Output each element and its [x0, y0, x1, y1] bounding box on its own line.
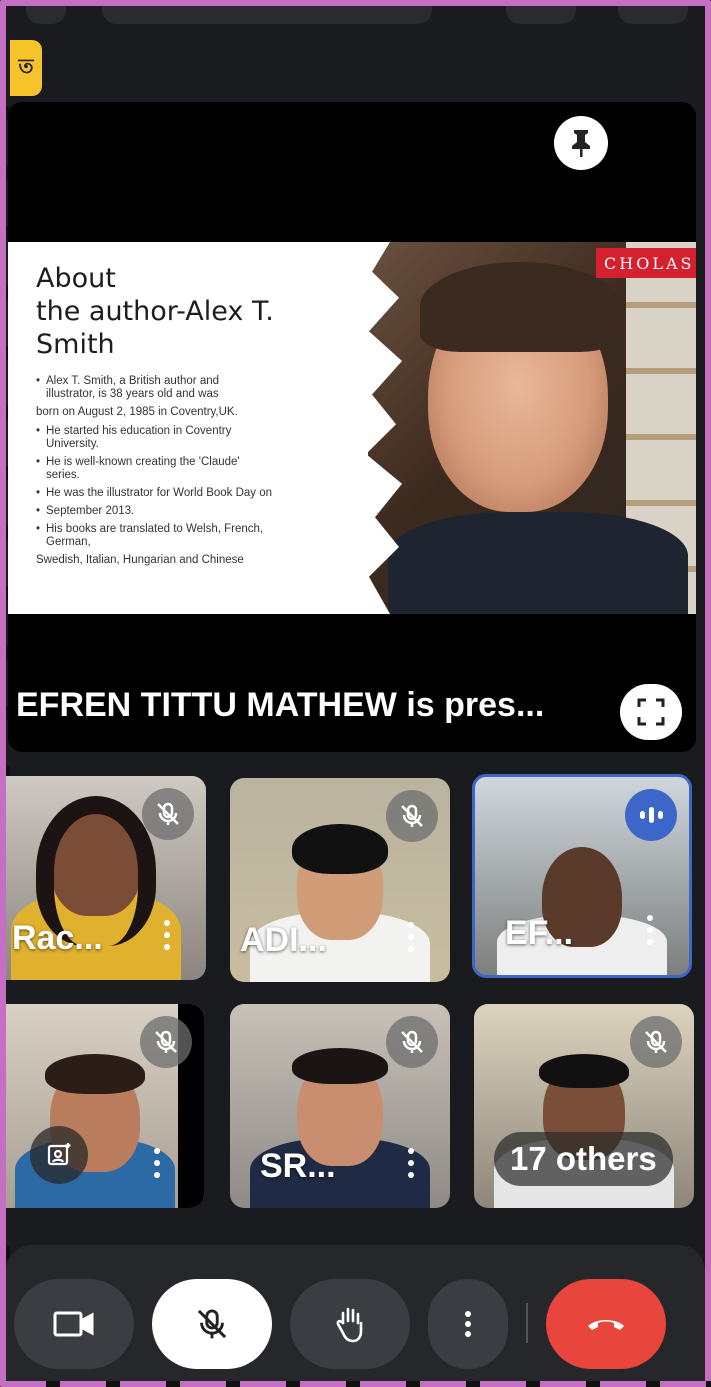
mic-off-icon: [645, 1030, 667, 1053]
participant-name: EF...: [505, 914, 574, 952]
author-shirt: [388, 512, 688, 614]
mic-off-badge: [386, 790, 438, 842]
hand-icon: [336, 1307, 363, 1343]
speaking-indicator: [625, 789, 677, 841]
microphone-toggle-button[interactable]: [152, 1279, 272, 1369]
mic-off-badge: [142, 788, 194, 840]
slide-paragraph: born on August 2, 1985 in Coventry,UK.: [36, 406, 238, 418]
participant-tile[interactable]: SR...: [230, 1004, 450, 1208]
participant-tile[interactable]: [0, 1004, 204, 1208]
slide-title-line: the author-Alex T.: [36, 296, 274, 327]
mic-off-icon: [155, 1030, 177, 1053]
raise-hand-button[interactable]: [290, 1279, 410, 1369]
mic-off-badge: [140, 1016, 192, 1068]
shelf-sign: CHOLAS: [596, 248, 696, 278]
fullscreen-icon: [637, 698, 665, 726]
mic-off-icon: [401, 1030, 423, 1053]
participant-more-button[interactable]: [406, 922, 416, 956]
participant-hair: [292, 824, 388, 874]
participant-more-button[interactable]: [406, 1148, 416, 1182]
mic-off-icon: [157, 802, 179, 825]
top-bar: ত: [6, 6, 705, 96]
participant-hair: [292, 1048, 388, 1084]
slide-bullet: He was the illustrator for World Book Da…: [36, 487, 286, 500]
slide-bullet: His books are translated to Welsh, Frenc…: [36, 523, 296, 549]
slide-bullet: Alex T. Smith, a British author and illu…: [36, 375, 266, 401]
top-status-pill: [26, 6, 66, 24]
slide-paragraph: Swedish, Italian, Hungarian and Chinese: [36, 554, 244, 566]
slide-text: About the author-Alex T. Smith Alex T. S…: [36, 262, 396, 573]
portrait-sparkle-icon: [47, 1143, 71, 1166]
slide-title: About the author-Alex T. Smith: [36, 262, 396, 361]
participant-hair: [45, 1054, 145, 1094]
participant-tile[interactable]: ADI...: [230, 778, 450, 982]
language-badge[interactable]: ত: [10, 40, 42, 96]
slide-title-line: About: [36, 263, 116, 294]
mic-off-badge: [630, 1016, 682, 1068]
visual-effects-button[interactable]: [30, 1126, 88, 1184]
fullscreen-button[interactable]: [620, 684, 682, 740]
mic-off-icon: [197, 1309, 227, 1339]
video-camera-icon: [53, 1311, 94, 1337]
camera-toggle-button[interactable]: [14, 1279, 134, 1369]
more-options-button[interactable]: [428, 1279, 508, 1369]
participant-tile[interactable]: 17 others: [474, 1004, 694, 1208]
participant-tile[interactable]: EF...: [472, 774, 692, 978]
participant-name: Rac...: [12, 919, 103, 957]
slide-bullet: He is well-known creating the 'Claude' s…: [36, 456, 276, 482]
end-call-button[interactable]: [546, 1279, 666, 1369]
top-status-pill: [506, 6, 576, 24]
participant-tile[interactable]: Rac...: [0, 776, 206, 980]
slide-bullet: September 2013.: [36, 505, 396, 518]
others-count-button[interactable]: 17 others: [494, 1132, 673, 1186]
presenting-label: EFREN TITTU MATHEW is pres...: [16, 686, 545, 724]
controls-divider: [526, 1303, 528, 1343]
top-status-pill: [618, 6, 688, 24]
more-vertical-icon: [465, 1311, 471, 1337]
participant-more-button[interactable]: [645, 915, 655, 949]
top-status-pill: [102, 6, 432, 24]
slide-title-line: Smith: [36, 329, 115, 360]
slide-bullet-list: Alex T. Smith, a British author and illu…: [36, 375, 396, 567]
mic-off-icon: [401, 804, 423, 827]
author-hair: [420, 262, 620, 352]
author-photo: CHOLAS: [368, 242, 696, 614]
pin-icon: [572, 130, 590, 157]
participant-name: SR...: [260, 1147, 336, 1185]
slide-bullet: He started his education in Coventry Uni…: [36, 425, 266, 451]
participant-more-button[interactable]: [162, 920, 172, 954]
pin-button[interactable]: [554, 116, 608, 170]
participant-name: ADI...: [240, 921, 327, 959]
participant-more-button[interactable]: [152, 1148, 162, 1182]
participant-hair: [539, 1054, 629, 1088]
presentation-stage: CHOLAS About the author-Alex T. Smith Al…: [8, 102, 696, 752]
shared-slide: CHOLAS About the author-Alex T. Smith Al…: [8, 242, 696, 614]
mic-off-badge: [386, 1016, 438, 1068]
hang-up-icon: [588, 1320, 624, 1330]
call-controls-bar: [6, 1245, 705, 1381]
